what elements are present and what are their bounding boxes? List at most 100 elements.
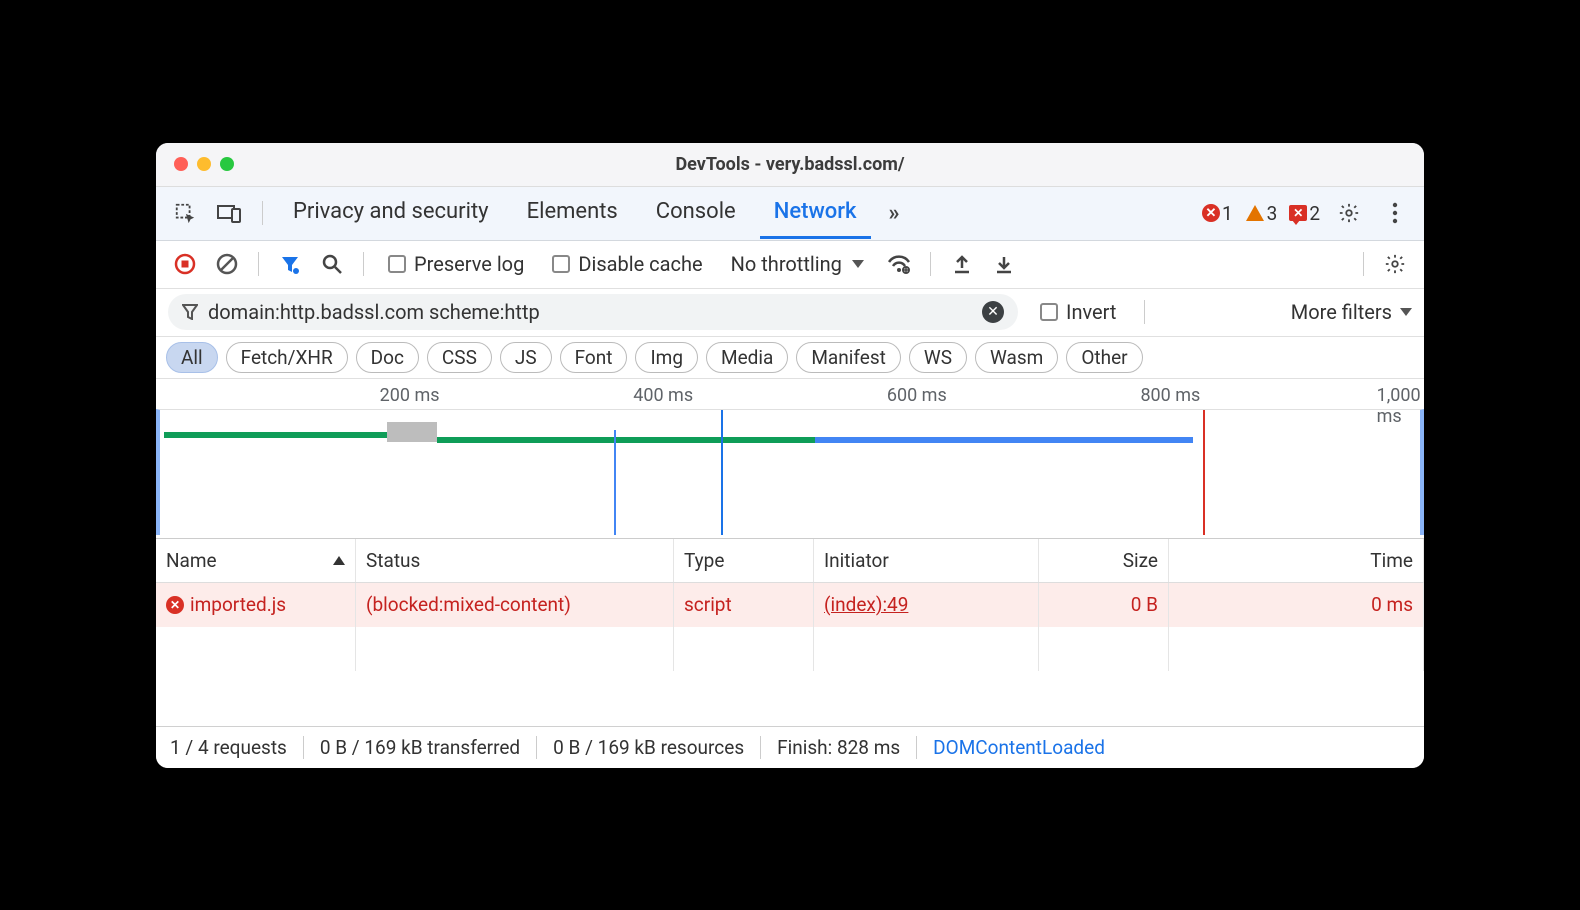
timeline-overview[interactable]: 200 ms 400 ms 600 ms 800 ms 1,000 ms	[156, 379, 1424, 539]
tab-console[interactable]: Console	[642, 187, 750, 239]
warning-icon	[1245, 203, 1265, 223]
timeline-tick: 800 ms	[1140, 385, 1200, 406]
warning-count-value: 3	[1267, 202, 1278, 225]
chip-doc[interactable]: Doc	[356, 342, 419, 373]
window-maximize-button[interactable]	[220, 157, 234, 171]
timeline-canvas	[156, 409, 1424, 535]
preserve-log-checkbox[interactable]: Preserve log	[378, 252, 534, 276]
warning-count[interactable]: 3	[1245, 202, 1278, 225]
panel-tabs-row: Privacy and security Elements Console Ne…	[156, 187, 1424, 241]
chip-manifest[interactable]: Manifest	[796, 342, 901, 373]
time-text: 0 ms	[1371, 593, 1413, 616]
column-label: Size	[1123, 549, 1158, 572]
divider	[1144, 300, 1145, 324]
divider	[1363, 252, 1364, 276]
divider	[258, 252, 259, 276]
invert-checkbox[interactable]: Invert	[1030, 300, 1126, 324]
filter-icon[interactable]	[273, 247, 307, 281]
status-finish: Finish: 828 ms	[761, 736, 917, 759]
search-icon[interactable]	[315, 247, 349, 281]
type-text: script	[684, 593, 732, 616]
network-table: Name Status Type Initiator Size Time ✕ i…	[156, 539, 1424, 726]
cell-size: 0 B	[1039, 583, 1169, 627]
traffic-lights	[174, 157, 234, 171]
status-domcontentloaded[interactable]: DOMContentLoaded	[917, 736, 1105, 759]
sort-ascending-icon	[333, 556, 345, 565]
divider	[930, 252, 931, 276]
chip-js[interactable]: JS	[500, 342, 552, 373]
timeline-tick: 400 ms	[633, 385, 693, 406]
tab-elements[interactable]: Elements	[513, 187, 632, 239]
table-row[interactable]: ✕ imported.js (blocked:mixed-content) sc…	[156, 583, 1424, 627]
record-button[interactable]	[168, 247, 202, 281]
timeline-tick: 600 ms	[887, 385, 947, 406]
column-size[interactable]: Size	[1039, 539, 1169, 582]
download-har-icon[interactable]	[987, 247, 1021, 281]
clear-button[interactable]	[210, 247, 244, 281]
filter-text: domain:http.badssl.com scheme:http	[208, 300, 540, 324]
chip-css[interactable]: CSS	[427, 342, 492, 373]
throttling-value: No throttling	[731, 252, 842, 276]
network-settings-icon[interactable]	[1378, 247, 1412, 281]
tab-label: Console	[656, 199, 736, 224]
column-status[interactable]: Status	[356, 539, 674, 582]
devtools-window: DevTools - very.badssl.com/ Privacy and …	[156, 143, 1424, 768]
inspect-element-icon[interactable]	[168, 196, 202, 230]
disable-cache-checkbox[interactable]: Disable cache	[542, 252, 712, 276]
network-conditions-icon[interactable]	[882, 247, 916, 281]
table-body: ✕ imported.js (blocked:mixed-content) sc…	[156, 583, 1424, 726]
column-label: Initiator	[824, 549, 889, 572]
chevron-down-icon	[1400, 308, 1412, 316]
table-header: Name Status Type Initiator Size Time	[156, 539, 1424, 583]
chip-wasm[interactable]: Wasm	[975, 342, 1058, 373]
tab-network[interactable]: Network	[760, 187, 871, 239]
clear-filter-icon[interactable]: ✕	[982, 301, 1004, 323]
cell-time: 0 ms	[1169, 583, 1424, 627]
funnel-icon	[182, 304, 198, 320]
tab-privacy-and-security[interactable]: Privacy and security	[279, 187, 503, 239]
disable-cache-label: Disable cache	[578, 252, 702, 276]
column-label: Type	[684, 549, 724, 572]
window-close-button[interactable]	[174, 157, 188, 171]
settings-icon[interactable]	[1332, 196, 1366, 230]
more-menu-icon[interactable]	[1378, 196, 1412, 230]
chip-fetch-xhr[interactable]: Fetch/XHR	[226, 342, 348, 373]
column-label: Time	[1370, 549, 1413, 572]
invert-label: Invert	[1066, 300, 1116, 324]
status-bar: 1 / 4 requests 0 B / 169 kB transferred …	[156, 726, 1424, 768]
error-icon: ✕	[166, 596, 184, 614]
messages-count[interactable]: ✕ 2	[1289, 202, 1320, 225]
more-filters-dropdown[interactable]: More filters	[1291, 300, 1412, 324]
chevron-down-icon	[852, 260, 864, 268]
checkbox-icon	[1040, 303, 1058, 321]
column-time[interactable]: Time	[1169, 539, 1424, 582]
column-label: Status	[366, 549, 420, 572]
network-toolbar: Preserve log Disable cache No throttling	[156, 241, 1424, 289]
error-count[interactable]: ✕ 1	[1202, 202, 1233, 225]
column-initiator[interactable]: Initiator	[814, 539, 1039, 582]
chip-ws[interactable]: WS	[909, 342, 967, 373]
window-minimize-button[interactable]	[197, 157, 211, 171]
preserve-log-label: Preserve log	[414, 252, 524, 276]
chip-media[interactable]: Media	[706, 342, 788, 373]
top-right-controls: ✕ 1 3 ✕ 2	[1202, 196, 1412, 230]
cell-status: (blocked:mixed-content)	[356, 583, 674, 627]
tabs-overflow-icon[interactable]: »	[881, 201, 908, 226]
chip-all[interactable]: All	[166, 342, 218, 373]
filter-input[interactable]: domain:http.badssl.com scheme:http ✕	[168, 294, 1018, 330]
titlebar: DevTools - very.badssl.com/	[156, 143, 1424, 187]
column-name[interactable]: Name	[156, 539, 356, 582]
divider	[262, 201, 263, 225]
throttling-select[interactable]: No throttling	[721, 252, 874, 276]
upload-har-icon[interactable]	[945, 247, 979, 281]
checkbox-icon	[552, 255, 570, 273]
initiator-link[interactable]: (index):49	[824, 593, 908, 616]
messages-count-value: 2	[1309, 202, 1320, 225]
column-type[interactable]: Type	[674, 539, 814, 582]
device-toolbar-icon[interactable]	[212, 196, 246, 230]
chip-img[interactable]: Img	[635, 342, 698, 373]
status-transferred: 0 B / 169 kB transferred	[304, 736, 537, 759]
chip-font[interactable]: Font	[560, 342, 628, 373]
chip-other[interactable]: Other	[1066, 342, 1142, 373]
filter-row: domain:http.badssl.com scheme:http ✕ Inv…	[156, 289, 1424, 337]
